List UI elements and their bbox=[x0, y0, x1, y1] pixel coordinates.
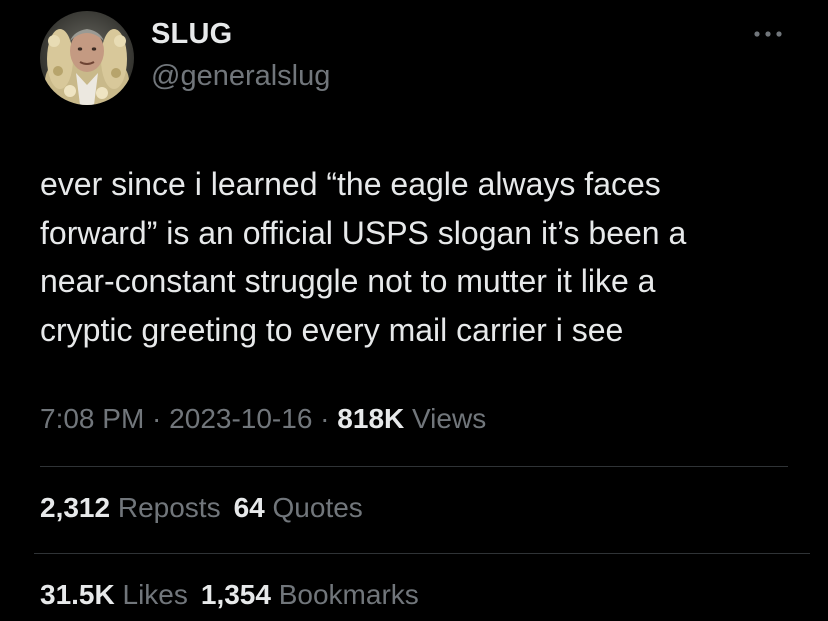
bookmarks-stat[interactable]: 1,354 Bookmarks bbox=[201, 579, 419, 611]
quotes-stat[interactable]: 64 Quotes bbox=[234, 492, 363, 524]
quotes-label: Quotes bbox=[272, 492, 363, 523]
tweet-time[interactable]: 7:08 PM bbox=[40, 403, 144, 434]
avatar[interactable] bbox=[40, 11, 134, 105]
bookmarks-count: 1,354 bbox=[200, 579, 271, 610]
meta-separator: · bbox=[312, 403, 338, 434]
tweet-meta: 7:08 PM · 2023-10-16 · 818K Views bbox=[40, 403, 486, 435]
likes-count: 31.5K bbox=[40, 579, 115, 610]
likes-stat[interactable]: 31.5K Likes bbox=[40, 579, 188, 611]
views-count: 818K bbox=[337, 403, 405, 434]
display-name[interactable]: SLUG bbox=[151, 18, 232, 51]
quotes-count: 64 bbox=[233, 492, 265, 523]
tweet-date[interactable]: 2023-10-16 bbox=[169, 403, 312, 434]
engagement-row-2: 31.5K Likes 1,354 Bookmarks bbox=[40, 579, 432, 611]
tweet-text: ever since i learned “the eagle always f… bbox=[40, 166, 687, 348]
divider bbox=[40, 466, 788, 467]
divider bbox=[34, 553, 810, 554]
reposts-stat[interactable]: 2,312 Reposts bbox=[40, 492, 221, 524]
user-handle[interactable]: @generalslug bbox=[151, 60, 330, 93]
meta-separator: · bbox=[144, 403, 170, 434]
engagement-row-1: 2,312 Reposts 64 Quotes bbox=[40, 492, 376, 524]
more-options-button[interactable] bbox=[750, 22, 786, 46]
reposts-count: 2,312 bbox=[40, 492, 111, 523]
reposts-label: Reposts bbox=[117, 492, 221, 523]
views-label: Views bbox=[412, 403, 487, 434]
likes-label: Likes bbox=[122, 579, 188, 610]
more-horizontal-icon bbox=[754, 31, 782, 37]
bookmarks-label: Bookmarks bbox=[278, 579, 419, 610]
